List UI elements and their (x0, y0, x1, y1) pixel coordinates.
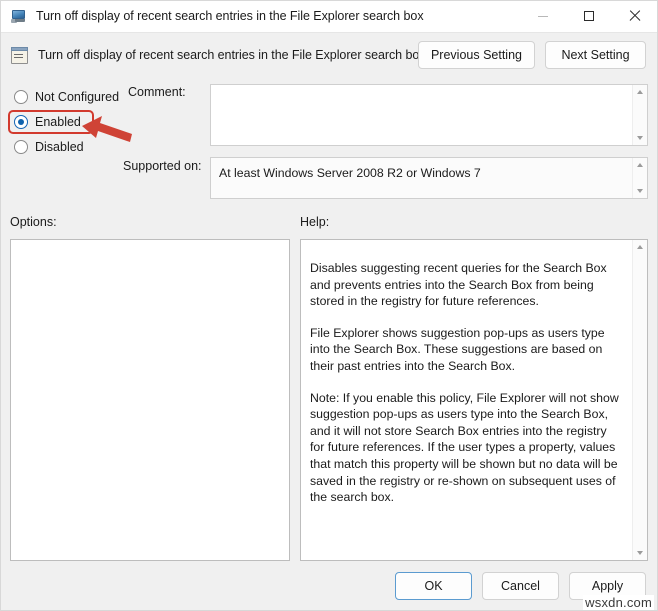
supported-on-scrollbar[interactable] (632, 158, 647, 198)
scroll-up-icon[interactable] (637, 90, 643, 94)
help-paragraph: Note: If you enable this policy, File Ex… (310, 390, 621, 506)
radio-enabled[interactable]: Enabled (8, 110, 94, 134)
help-pane: Disables suggesting recent queries for t… (300, 239, 648, 561)
policy-header: Turn off display of recent search entrie… (0, 33, 658, 77)
options-pane[interactable] (10, 239, 290, 561)
help-label: Help: (300, 215, 329, 229)
comment-input[interactable] (210, 84, 648, 146)
window-controls (520, 0, 658, 32)
maximize-button[interactable] (566, 0, 612, 32)
cancel-button[interactable]: Cancel (482, 572, 559, 600)
title-bar: Turn off display of recent search entrie… (0, 0, 658, 33)
radio-enabled-label: Enabled (35, 115, 81, 129)
help-paragraph: File Explorer shows suggestion pop-ups a… (310, 325, 621, 375)
site-watermark: wsxdn.com (583, 595, 654, 610)
monitor-icon (11, 8, 27, 24)
close-icon (629, 10, 641, 22)
radio-disabled-label: Disabled (35, 140, 84, 154)
supported-on-field: At least Windows Server 2008 R2 or Windo… (210, 157, 648, 199)
scroll-up-icon[interactable] (637, 163, 643, 167)
help-paragraph: Disables suggesting recent queries for t… (310, 260, 621, 310)
window-title: Turn off display of recent search entrie… (36, 9, 424, 23)
setting-navigation: Previous Setting Next Setting (418, 41, 646, 69)
radio-disabled-indicator (14, 140, 28, 154)
next-setting-button[interactable]: Next Setting (545, 41, 646, 69)
supported-on-label: Supported on: (123, 159, 202, 173)
minimize-button[interactable] (520, 0, 566, 32)
ok-button[interactable]: OK (395, 572, 472, 600)
radio-not-configured[interactable]: Not Configured (10, 84, 135, 110)
previous-setting-button[interactable]: Previous Setting (418, 41, 535, 69)
help-text: Disables suggesting recent queries for t… (301, 240, 631, 560)
help-scrollbar[interactable] (632, 240, 647, 560)
policy-setting-icon (11, 47, 28, 64)
scroll-down-icon[interactable] (637, 189, 643, 193)
close-button[interactable] (612, 0, 658, 32)
radio-enabled-indicator (14, 115, 28, 129)
comment-label: Comment: (128, 85, 186, 99)
comment-scrollbar[interactable] (632, 85, 647, 145)
maximize-icon (584, 11, 594, 21)
scroll-up-icon[interactable] (637, 245, 643, 249)
radio-not-configured-label: Not Configured (35, 90, 119, 104)
options-label: Options: (10, 215, 57, 229)
scroll-down-icon[interactable] (637, 551, 643, 555)
radio-not-configured-indicator (14, 90, 28, 104)
supported-on-value: At least Windows Server 2008 R2 or Windo… (219, 166, 625, 181)
scroll-down-icon[interactable] (637, 136, 643, 140)
policy-title: Turn off display of recent search entrie… (38, 48, 426, 62)
group-policy-setting-dialog: Turn off display of recent search entrie… (0, 0, 658, 611)
minimize-icon (538, 16, 548, 17)
radio-disabled[interactable]: Disabled (10, 134, 135, 160)
state-radio-group: Not Configured Enabled Disabled (10, 84, 135, 160)
